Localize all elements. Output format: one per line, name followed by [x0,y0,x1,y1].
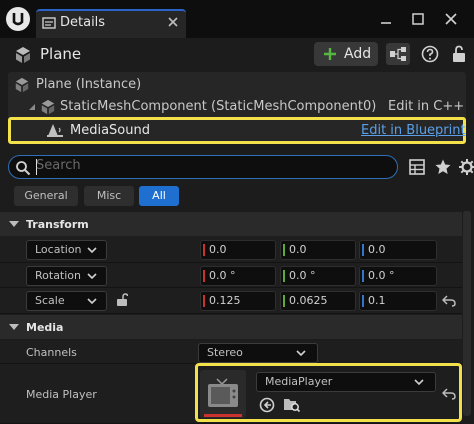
scale-x-input[interactable]: 0.125 [200,291,276,311]
media-title: Media [26,321,64,334]
reset-icon[interactable] [442,295,456,307]
expand-arrow-icon[interactable] [28,103,36,111]
tab-details[interactable] [36,9,186,38]
tree-root-label: Plane (Instance) [36,77,142,92]
media-player-label: Media Player [26,388,97,401]
static-mesh-icon [40,99,56,115]
chevron-down-icon [87,247,97,253]
rotation-x-input[interactable]: 0.0 ° [200,266,276,286]
edit-cpp-link[interactable]: Edit in C++ [388,99,464,114]
media-player-highlight [195,363,462,422]
minimize-icon[interactable] [378,11,394,27]
close-window-icon[interactable] [443,11,459,27]
location-label: Location [35,243,82,256]
add-label: Add [344,46,372,62]
channels-label: Channels [26,346,77,359]
chevron-down-icon [296,350,306,356]
search-icon [15,160,31,176]
details-icon [42,16,56,30]
media-sound-icon [46,122,64,138]
scale-label: Scale [35,294,65,307]
filter-general[interactable]: General [14,186,78,206]
gear-icon[interactable] [458,158,474,176]
location-x-input[interactable]: 0.0 [200,240,276,260]
scrollbar[interactable] [463,211,471,416]
transform-title: Transform [26,218,89,231]
actor-title: Plane [40,45,82,63]
media-section-header[interactable] [0,315,462,339]
filter-all[interactable]: All [139,186,179,206]
search-placeholder: Search [36,158,81,173]
rotation-y-input[interactable]: 0.0 ° [280,266,356,286]
tab-label: Details [60,15,106,30]
unreal-logo-icon [6,7,30,31]
rotation-label: Rotation [35,269,82,282]
grid-view-icon[interactable] [408,158,426,176]
location-y-input[interactable]: 0.0 [280,240,356,260]
channels-value: Stereo [207,346,243,359]
blueprint-button[interactable] [386,43,410,65]
collapse-arrow-icon[interactable] [9,324,19,330]
edit-blueprint-link[interactable]: Edit in Blueprint [361,123,466,138]
rotation-z-input[interactable]: 0.0 ° [359,266,437,286]
chevron-down-icon [87,273,97,279]
scale-z-input[interactable]: 0.1 [359,291,437,311]
unlock-icon[interactable] [116,293,128,307]
actor-icon [14,46,32,64]
scale-y-input[interactable]: 0.0625 [280,291,356,311]
close-tab-icon[interactable] [166,15,180,29]
tree-component-label: StaticMeshComponent (StaticMeshComponent… [60,99,377,114]
maximize-icon[interactable] [410,11,426,27]
star-icon[interactable] [434,158,452,176]
chevron-down-icon [87,298,97,304]
location-z-input[interactable]: 0.0 [359,240,437,260]
actor-icon [14,77,30,93]
filter-misc[interactable]: Misc [84,186,134,206]
collapse-arrow-icon[interactable] [9,221,19,227]
lock-icon[interactable] [448,44,470,64]
tree-selected-label: MediaSound [70,123,150,138]
help-icon[interactable] [419,44,441,64]
plus-icon [323,47,337,61]
